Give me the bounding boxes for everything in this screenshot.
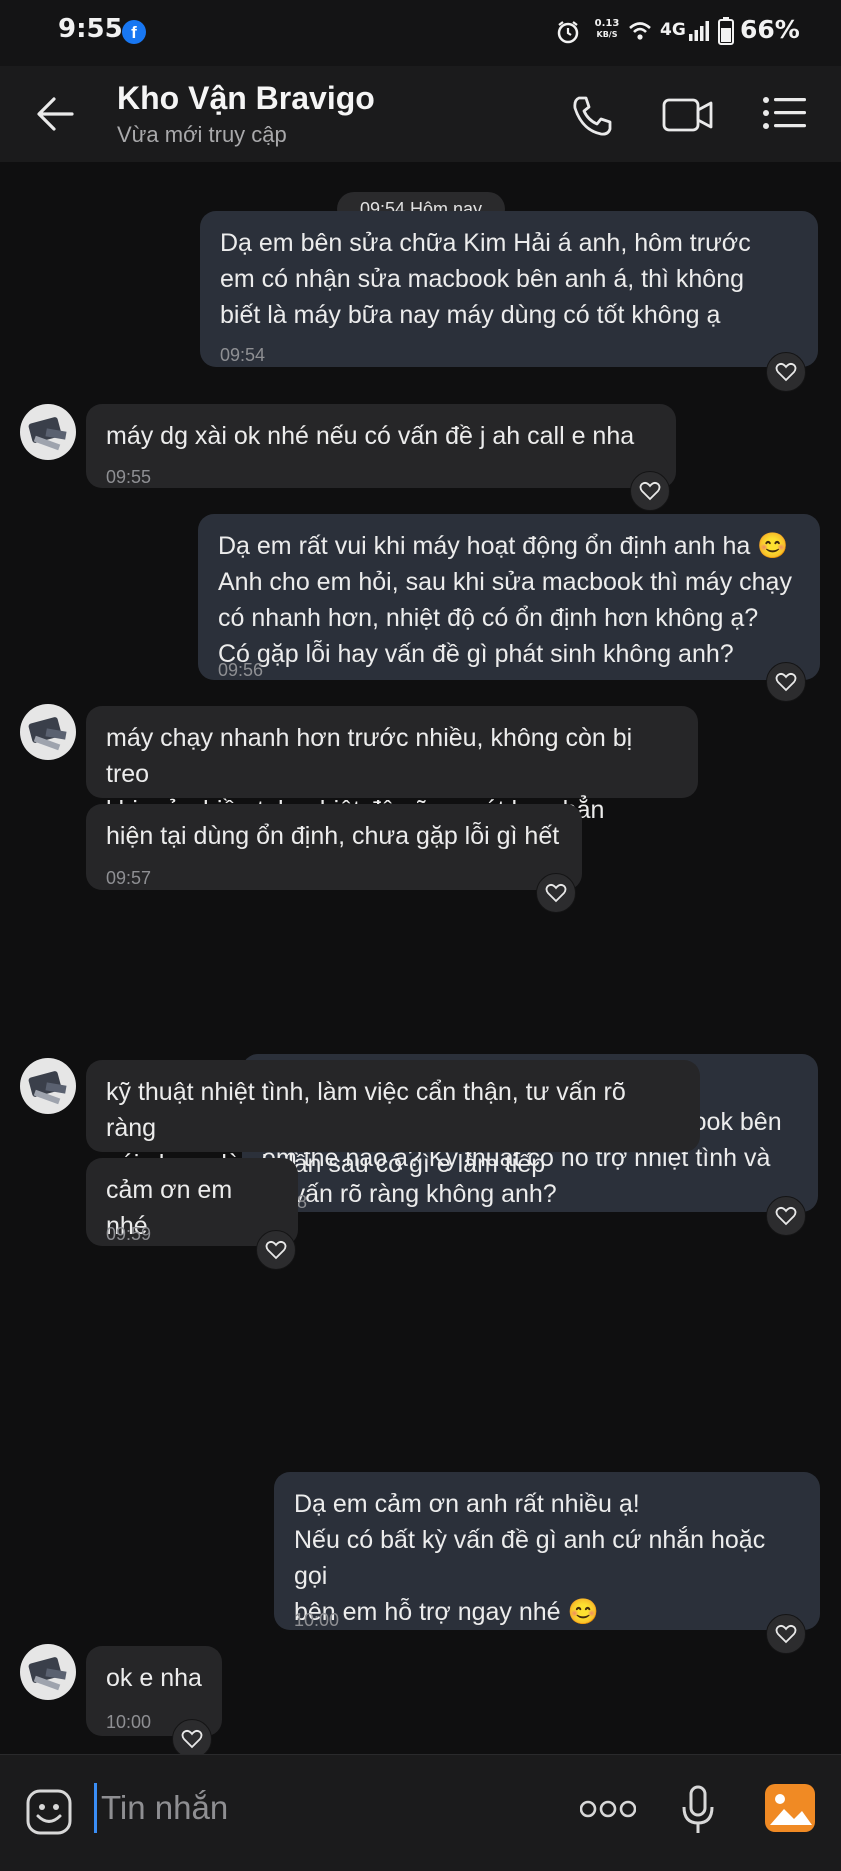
network-type: 4G	[660, 20, 686, 40]
back-arrow-icon[interactable]	[36, 96, 74, 132]
incoming-message[interactable]: kỹ thuật nhiệt tình, làm việc cẩn thận, …	[86, 1060, 700, 1178]
react-heart-button[interactable]	[172, 1719, 212, 1759]
avatar-image	[28, 1657, 67, 1691]
message-text: Dạ em bên sửa chữa Kim Hải á anh, hôm tr…	[220, 229, 751, 329]
heart-icon	[545, 883, 567, 903]
image-gallery-icon[interactable]	[764, 1783, 816, 1833]
menu-list-icon[interactable]	[762, 94, 808, 134]
status-time: 9:55	[58, 14, 123, 44]
heart-icon	[775, 1206, 797, 1226]
message-list[interactable]: 09:54 Hôm nay Dạ em bên sửa chữa Kim Hải…	[0, 162, 841, 1759]
message-text: Dạ em cảm ơn anh rất nhiều ạ! Nếu có bất…	[294, 1490, 766, 1626]
message-time: 09:54	[220, 345, 266, 365]
react-heart-button[interactable]	[766, 352, 806, 392]
wifi-icon	[629, 22, 651, 40]
phone-icon[interactable]	[570, 94, 614, 138]
heart-icon	[639, 481, 661, 501]
contact-avatar[interactable]	[20, 704, 76, 760]
net-speed-value: 0.13	[594, 18, 620, 29]
avatar-image	[28, 717, 67, 751]
react-heart-button[interactable]	[766, 1196, 806, 1236]
avatar-image	[28, 1071, 67, 1105]
outgoing-message[interactable]: Dạ em rất vui khi máy hoạt động ổn định …	[198, 514, 820, 680]
incoming-message[interactable]: hiện tại dùng ổn định, chưa gặp lỗi gì h…	[86, 804, 582, 890]
sticker-emoji-icon[interactable]	[26, 1789, 72, 1835]
heart-icon	[775, 672, 797, 692]
message-text: Dạ em rất vui khi máy hoạt động ổn định …	[218, 532, 792, 668]
message-time: 10:00	[106, 1712, 152, 1732]
react-heart-button[interactable]	[536, 873, 576, 913]
contact-avatar[interactable]	[20, 404, 76, 460]
video-call-icon[interactable]	[662, 94, 714, 136]
message-time: 10:00	[294, 1610, 340, 1630]
message-time: 09:55	[106, 467, 152, 487]
net-speed: 0.13 KB/S	[592, 18, 622, 40]
microphone-icon[interactable]	[680, 1785, 716, 1835]
heart-icon	[181, 1729, 203, 1749]
battery-percent: 66%	[740, 15, 800, 44]
facebook-icon: f	[122, 20, 146, 44]
contact-name[interactable]: Kho Vận Bravigo	[117, 80, 375, 117]
status-bar: 9:55 f 0.13 KB/S 4G 66%	[0, 0, 841, 66]
more-options-icon[interactable]	[580, 1799, 636, 1819]
outgoing-message[interactable]: Dạ em cảm ơn anh rất nhiều ạ! Nếu có bất…	[274, 1472, 820, 1630]
incoming-message[interactable]: máy dg xài ok nhé nếu có vấn đề j ah cal…	[86, 404, 676, 488]
net-speed-unit: KB/S	[596, 30, 618, 39]
outgoing-message[interactable]: Dạ em bên sửa chữa Kim Hải á anh, hôm tr…	[200, 211, 818, 367]
message-text: ok e nha	[106, 1664, 202, 1692]
message-text: hiện tại dùng ổn định, chưa gặp lỗi gì h…	[106, 822, 560, 850]
message-text: máy dg xài ok nhé nếu có vấn đề j ah cal…	[106, 422, 635, 450]
message-input[interactable]	[94, 1783, 541, 1833]
heart-icon	[775, 1624, 797, 1644]
alarm-icon	[557, 21, 579, 44]
react-heart-button[interactable]	[766, 662, 806, 702]
chat-header: Kho Vận Bravigo Vừa mới truy cập	[0, 66, 841, 162]
heart-icon	[265, 1240, 287, 1260]
message-time: 09:59	[106, 1224, 152, 1244]
message-composer	[0, 1754, 841, 1871]
battery-icon	[718, 17, 734, 45]
heart-icon	[775, 362, 797, 382]
message-time: 09:56	[218, 660, 264, 680]
avatar-image	[28, 417, 67, 451]
incoming-message[interactable]: máy chạy nhanh hơn trước nhiều, không cò…	[86, 706, 698, 824]
react-heart-button[interactable]	[630, 471, 670, 511]
last-seen: Vừa mới truy cập	[117, 122, 287, 147]
contact-avatar[interactable]	[20, 1058, 76, 1114]
contact-avatar[interactable]	[20, 1644, 76, 1700]
react-heart-button[interactable]	[766, 1614, 806, 1654]
signal-icon	[689, 21, 709, 41]
react-heart-button[interactable]	[256, 1230, 296, 1270]
message-time: 09:57	[106, 868, 152, 888]
